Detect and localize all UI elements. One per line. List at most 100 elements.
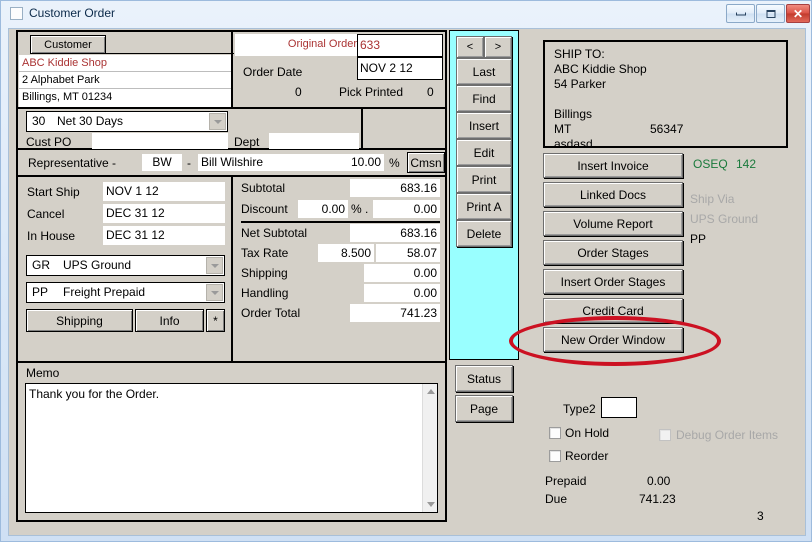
insert-button[interactable]: Insert xyxy=(456,112,512,139)
linked-docs-button[interactable]: Linked Docs xyxy=(543,182,683,207)
on-hold-label: On Hold xyxy=(565,426,610,440)
nav-panel: < > Last Find Insert Edit Print Print A xyxy=(449,30,519,360)
maximize-button[interactable] xyxy=(756,4,785,23)
print-button[interactable]: Print xyxy=(456,166,512,193)
due-label: Due xyxy=(545,492,568,506)
ship-to-box[interactable]: SHIP TO: ABC Kiddie Shop 54 Parker Billi… xyxy=(543,40,788,151)
order-total-label: Order Total xyxy=(241,306,301,320)
memo-scrollbar[interactable] xyxy=(422,384,437,512)
totals-divider xyxy=(241,221,440,223)
maximize-icon xyxy=(766,9,775,18)
representative-code[interactable]: BW xyxy=(142,154,182,171)
ship-via-description: UPS Ground xyxy=(63,258,132,272)
prev-record-label: < xyxy=(466,41,474,53)
handling-value[interactable]: 0.00 xyxy=(364,284,440,302)
tax-rate-label: Tax Rate xyxy=(241,246,289,260)
cancel-value[interactable]: DEC 31 12 xyxy=(103,204,225,223)
next-record-button[interactable]: > xyxy=(484,36,512,58)
in-house-value[interactable]: DEC 31 12 xyxy=(103,226,225,245)
status-button[interactable]: Status xyxy=(455,365,513,392)
chevron-down-icon[interactable] xyxy=(206,257,223,274)
start-ship-value[interactable]: NOV 1 12 xyxy=(103,182,225,201)
credit-card-button[interactable]: Credit Card xyxy=(543,298,683,323)
subtotal-label: Subtotal xyxy=(241,181,286,195)
cust-po-input[interactable] xyxy=(92,133,228,149)
memo-block: Memo Thank you for the Order. xyxy=(18,363,447,520)
shipping-total-value[interactable]: 0.00 xyxy=(364,264,440,282)
memo-textarea[interactable]: Thank you for the Order. xyxy=(25,383,438,513)
volume-report-button[interactable]: Volume Report xyxy=(543,211,683,236)
pick-printed-count: 0 xyxy=(427,85,434,99)
discount-value[interactable]: 0.00 xyxy=(373,200,440,218)
order-stages-button[interactable]: Order Stages xyxy=(543,240,683,265)
prev-record-button[interactable]: < xyxy=(456,36,484,58)
discount-percent[interactable]: 0.00 xyxy=(298,200,348,218)
reorder-checkbox[interactable] xyxy=(549,450,561,462)
representative-percent[interactable]: 10.00 xyxy=(339,154,384,171)
scroll-up-arrow-icon[interactable] xyxy=(423,384,438,399)
on-hold-checkbox[interactable] xyxy=(549,427,561,439)
window-title: Customer Order xyxy=(29,6,116,20)
ship-via-combo[interactable]: GR UPS Ground xyxy=(26,255,225,276)
ship-to-extra: asdasd xyxy=(554,137,593,151)
last-button[interactable]: Last xyxy=(456,58,512,85)
close-button[interactable]: ✕ xyxy=(786,4,810,23)
customer-tab[interactable]: Customer xyxy=(30,35,106,54)
order-date-label: Order Date xyxy=(243,65,303,79)
side-ship-via-value: UPS Ground xyxy=(690,212,759,226)
type2-input[interactable] xyxy=(601,397,637,418)
dept-label: Dept xyxy=(234,135,260,149)
insert-invoice-button[interactable]: Insert Invoice xyxy=(543,153,683,178)
scroll-down-arrow-icon[interactable] xyxy=(423,497,438,512)
insert-invoice-label: Insert Invoice xyxy=(577,158,649,173)
star-button[interactable]: * xyxy=(206,309,225,332)
ship-to-zip: 56347 xyxy=(650,122,684,136)
terms-description: Net 30 Days xyxy=(57,114,124,128)
type2-label: Type2 xyxy=(563,402,596,416)
print-a-button[interactable]: Print A xyxy=(456,193,512,220)
customer-address[interactable]: 2 Alphabet Park xyxy=(19,72,231,89)
ship-to-city: Billings xyxy=(554,107,593,121)
prepaid-value: 0.00 xyxy=(647,474,671,488)
ship-to-state: MT xyxy=(554,122,572,136)
ship-to-street: 54 Parker xyxy=(554,77,607,91)
minimize-icon xyxy=(735,12,746,15)
order-stages-label: Order Stages xyxy=(577,245,649,260)
insert-order-stages-button[interactable]: Insert Order Stages xyxy=(543,269,683,294)
side-freight-code: PP xyxy=(690,232,707,246)
memo-label: Memo xyxy=(26,366,60,380)
shipping-total-label: Shipping xyxy=(241,266,288,280)
page-button[interactable]: Page xyxy=(455,395,513,422)
window-icon xyxy=(10,7,23,20)
find-button[interactable]: Find xyxy=(456,85,512,112)
printed-count: 0 xyxy=(295,85,302,99)
minimize-button[interactable] xyxy=(726,4,755,23)
chevron-down-icon[interactable] xyxy=(209,113,226,130)
page-button-label: Page xyxy=(469,401,499,416)
order-total-value: 741.23 xyxy=(350,304,440,322)
edit-button[interactable]: Edit xyxy=(456,139,512,166)
freight-terms-combo[interactable]: PP Freight Prepaid xyxy=(26,282,225,303)
representative-row: Representative - BW - Bill Wilshire 10.0… xyxy=(18,150,447,177)
customer-tab-label: Customer xyxy=(44,38,92,51)
new-order-window-button[interactable]: New Order Window xyxy=(543,327,683,352)
dept-input[interactable] xyxy=(269,133,359,149)
due-value: 741.23 xyxy=(639,492,676,506)
debug-order-items-checkbox[interactable] xyxy=(659,429,671,441)
cmsn-button[interactable]: Cmsn xyxy=(407,152,445,173)
chevron-down-icon[interactable] xyxy=(206,284,223,301)
terms-combo[interactable]: 30 Net 30 Days xyxy=(26,111,228,132)
representative-name[interactable]: Bill Wilshire xyxy=(198,154,339,171)
delete-button[interactable]: Delete xyxy=(456,220,512,247)
tax-rate-percent[interactable]: 8.500 xyxy=(318,244,374,262)
prepaid-label: Prepaid xyxy=(545,474,587,488)
original-order-label: Original Order xyxy=(287,38,357,50)
original-order-value[interactable]: 633 xyxy=(357,34,443,57)
customer-city-state-zip[interactable]: Billings, MT 01234 xyxy=(19,89,231,107)
order-date-value[interactable]: NOV 2 12 xyxy=(357,57,443,80)
oseq-label: OSEQ xyxy=(693,157,728,171)
info-button[interactable]: Info xyxy=(135,309,204,332)
shipping-button[interactable]: Shipping xyxy=(26,309,133,332)
customer-name[interactable]: ABC Kiddie Shop xyxy=(19,55,231,72)
net-subtotal-value: 683.16 xyxy=(350,224,440,242)
